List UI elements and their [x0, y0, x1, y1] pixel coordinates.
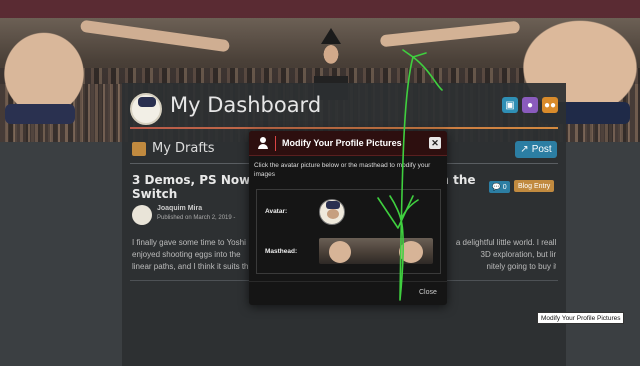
user-icon[interactable]: ● [522, 97, 538, 113]
post-button[interactable]: ↗ Post [515, 141, 557, 158]
excerpt-line2-left: enjoyed shooting eggs into the [132, 250, 241, 259]
category-badge[interactable]: Blog Entry [514, 180, 555, 192]
share-icon: ↗ [520, 144, 529, 155]
dashboard-header: My Dashboard ▣ ● ●● [130, 91, 558, 131]
avatar-picture[interactable] [319, 199, 345, 225]
excerpt-line3-right: nitely going to buy it. [486, 262, 556, 271]
comment-count: 0 [502, 183, 507, 191]
post-date: Published on March 2, 2019 - [157, 215, 236, 221]
modal-title: Modify Your Profile Pictures [282, 138, 402, 148]
excerpt-line3-left: linear paths, and I think it suits th [132, 262, 249, 271]
tooltip: Modify Your Profile Pictures [537, 312, 625, 324]
image-icon[interactable]: ▣ [502, 97, 518, 113]
masthead-picture[interactable] [319, 238, 433, 264]
drafts-icon [132, 142, 146, 156]
post-button-label: Post [531, 144, 552, 155]
author-name[interactable]: Joaquim Mira [157, 205, 202, 212]
profile-pictures-modal: Modify Your Profile Pictures ✕ Click the… [249, 131, 447, 305]
modal-hint: Click the avatar picture below or the ma… [254, 162, 431, 178]
pictures-panel: Avatar: Masthead: [256, 189, 441, 274]
page-title: My Dashboard [170, 93, 322, 117]
header-divider [130, 127, 558, 129]
header-separator [275, 136, 276, 151]
close-icon[interactable]: ✕ [429, 137, 441, 149]
avatar[interactable] [130, 93, 162, 125]
post-title-left: 3 Demos, PS Now, D [132, 173, 269, 187]
avatar-label: Avatar: [265, 208, 288, 215]
sumo-belt-left [5, 104, 75, 124]
modal-header: Modify Your Profile Pictures ✕ [249, 131, 447, 156]
post-title-line2: Switch [132, 187, 178, 201]
masthead-label: Masthead: [265, 248, 298, 255]
top-bar [0, 0, 640, 18]
excerpt-line1-right: a delightful little world. I really [455, 238, 556, 247]
group-icon[interactable]: ●● [542, 97, 558, 113]
dashboard-actions: ▣ ● ●● [502, 97, 558, 113]
comments-icon: 💬 [492, 184, 501, 191]
comment-count-badge[interactable]: 💬 0 [489, 181, 510, 193]
author-avatar [132, 205, 152, 225]
referee-hat [321, 28, 341, 44]
user-icon [258, 137, 268, 149]
excerpt-line2-right: 3D exploration, but limited to [480, 250, 556, 259]
section-title: My Drafts [152, 141, 215, 156]
excerpt-line1-left: I finally gave some time to Yoshi [132, 238, 246, 247]
modal-footer-divider [249, 281, 447, 282]
close-button[interactable]: Close [419, 289, 437, 296]
